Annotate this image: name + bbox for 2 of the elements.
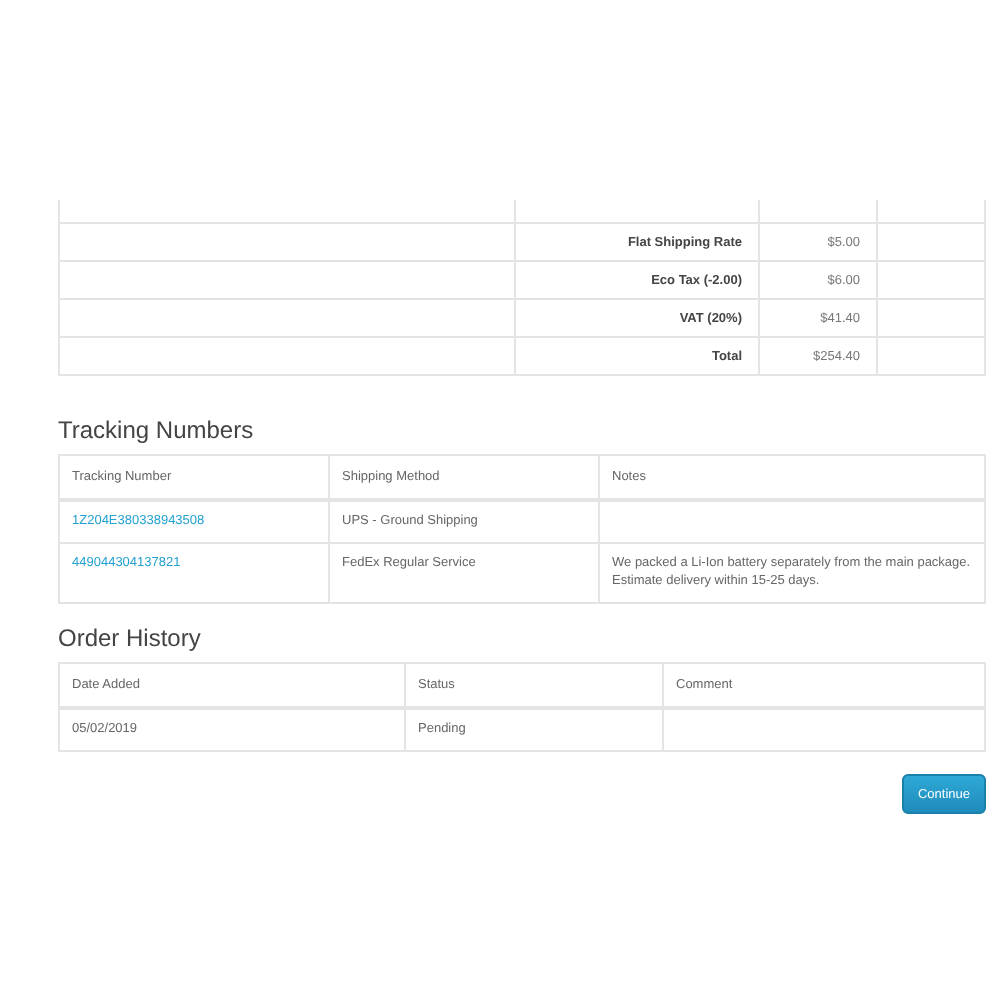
section-heading: Tracking Numbers — [58, 416, 256, 444]
section-heading: Order History — [58, 623, 203, 652]
